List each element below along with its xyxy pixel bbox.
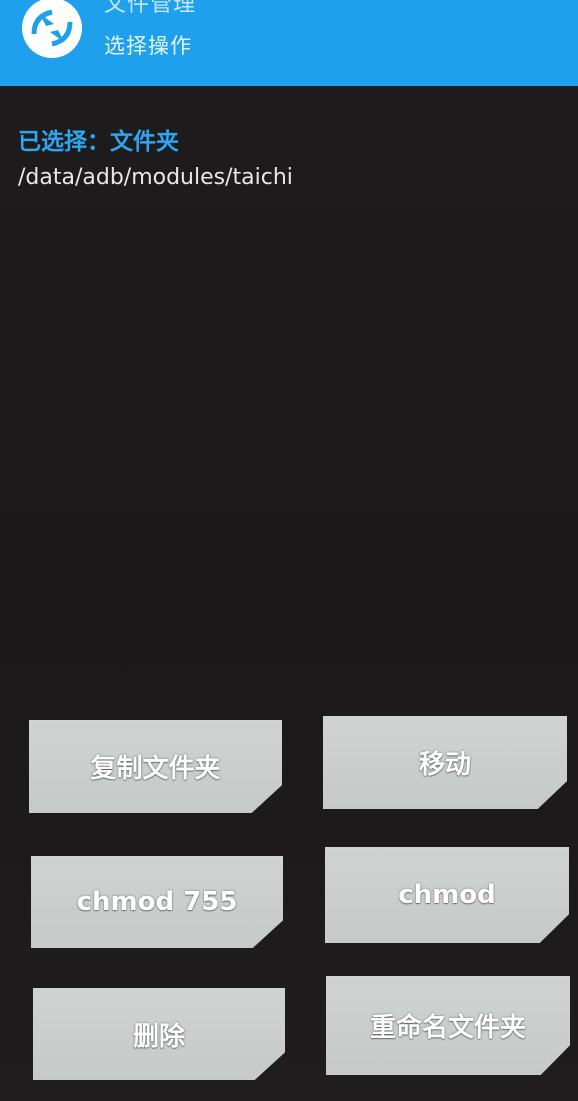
chmod-button[interactable]: chmod <box>325 847 569 943</box>
chmod-755-button[interactable]: chmod 755 <box>31 856 283 948</box>
copy-folder-button[interactable]: 复制文件夹 <box>29 720 282 813</box>
delete-button[interactable]: 删除 <box>33 988 285 1080</box>
file-manager-screen: 文件管理 选择操作 已选择：文件夹 /data/adb/modules/taic… <box>0 0 578 1101</box>
rename-folder-button[interactable]: 重命名文件夹 <box>326 976 570 1075</box>
move-button[interactable]: 移动 <box>323 716 567 809</box>
action-button-grid: 复制文件夹 移动 chmod 755 chmod 删除 重命名文件夹 <box>0 0 578 1101</box>
